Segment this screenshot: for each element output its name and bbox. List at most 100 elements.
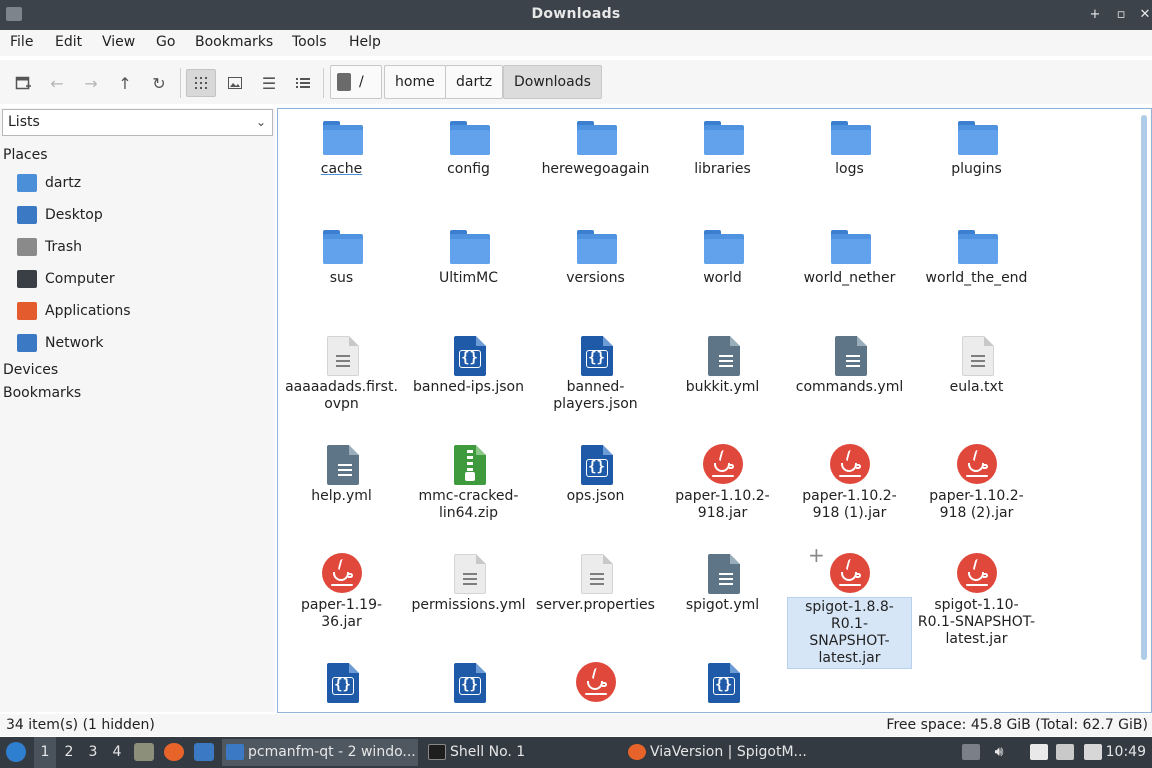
notes-tray-icon[interactable] (1084, 744, 1102, 760)
new-tab-icon[interactable] (8, 69, 38, 97)
sidebar-item-network[interactable]: Network (17, 332, 103, 354)
file-item[interactable]: server.properties (532, 553, 659, 614)
file-item[interactable]: {} (278, 662, 405, 712)
vertical-scrollbar[interactable] (1141, 115, 1147, 675)
breadcrumb-downloads[interactable]: Downloads (503, 65, 602, 99)
folder-item[interactable]: world_nether (786, 226, 913, 287)
folder-item[interactable]: logs (786, 117, 913, 178)
title-bar: Downloads + ▫ ✕ (0, 0, 1152, 30)
devices-header[interactable]: Devices (3, 362, 58, 378)
file-item[interactable]: {} banned-ips.json (405, 335, 532, 396)
folder-item[interactable]: sus (278, 226, 405, 287)
sidebar-item-trash[interactable]: Trash (17, 236, 82, 258)
icon-view-icon[interactable] (186, 69, 216, 97)
back-icon[interactable]: ← (42, 69, 72, 97)
sidebar-item-dartz[interactable]: dartz (17, 172, 81, 194)
scrollbar-thumb[interactable] (1141, 115, 1147, 660)
file-name: world (703, 270, 742, 286)
firefox-launcher-icon[interactable] (164, 743, 184, 761)
workspace-3[interactable]: 3 (82, 737, 104, 768)
menu-bookmarks[interactable]: Bookmarks (195, 34, 273, 50)
folder-item[interactable]: config (405, 117, 532, 178)
breadcrumb-root[interactable]: / (330, 65, 382, 99)
menu-help[interactable]: Help (349, 34, 381, 50)
maximize-button[interactable]: ▫ (1110, 4, 1132, 26)
folder-item[interactable]: versions (532, 226, 659, 287)
folder-icon (576, 117, 617, 157)
forward-icon[interactable]: → (76, 69, 106, 97)
start-menu-icon[interactable] (6, 742, 26, 762)
task-pcmanfm[interactable]: pcmanfm-qt - 2 windo... (222, 739, 418, 766)
file-item[interactable]: {} (659, 662, 786, 712)
file-item[interactable]: {} (405, 662, 532, 712)
breadcrumb-home[interactable]: home (384, 65, 446, 99)
clipboard-icon[interactable] (1030, 744, 1048, 760)
folder-item[interactable]: world_the_end (913, 226, 1040, 287)
folder-item[interactable]: UltimMC (405, 226, 532, 287)
file-item[interactable]: bukkit.yml (659, 335, 786, 396)
workspace-4[interactable]: 4 (106, 737, 128, 768)
task-shell[interactable]: Shell No. 1 (424, 739, 614, 766)
file-item[interactable]: paper-1.10.2-918 (2).jar (913, 444, 1040, 522)
file-item[interactable] (532, 662, 659, 712)
file-item[interactable]: spigot-1.8.8-R0.1-SNAPSHOT-latest.jar (786, 553, 913, 669)
places-header[interactable]: Places (3, 147, 48, 163)
sidebar-item-applications[interactable]: Applications (17, 300, 131, 322)
folder-item[interactable]: plugins (913, 117, 1040, 178)
file-item[interactable]: spigot.yml (659, 553, 786, 614)
file-item[interactable]: paper-1.10.2-918.jar (659, 444, 786, 522)
sidebar-item-computer[interactable]: Computer (17, 268, 115, 290)
workspace-1[interactable]: 1 (34, 737, 56, 768)
compact-view-icon[interactable]: ☰ (254, 69, 284, 97)
reload-icon[interactable]: ↻ (144, 69, 174, 97)
task-firefox[interactable]: ViaVersion | SpigotM... (624, 739, 814, 766)
file-name: paper-1.10.2-918 (1).jar (802, 488, 897, 521)
desktop-icon (17, 206, 37, 224)
file-item[interactable]: eula.txt (913, 335, 1040, 396)
minimize-button[interactable]: + (1084, 4, 1106, 26)
thumbnail-view-icon[interactable] (220, 69, 250, 97)
detailed-view-icon[interactable] (288, 69, 318, 97)
menu-go[interactable]: Go (156, 34, 175, 50)
file-item[interactable]: mmc-cracked-lin64.zip (405, 444, 532, 522)
bookmarks-header[interactable]: Bookmarks (3, 385, 81, 401)
folder-item[interactable]: cache (278, 117, 405, 178)
files-launcher-icon[interactable] (134, 743, 154, 761)
network-tray-icon[interactable] (1056, 744, 1074, 760)
file-item[interactable]: {} banned-players.json (532, 335, 659, 413)
file-name: eula.txt (949, 379, 1004, 395)
file-item[interactable]: commands.yml (786, 335, 913, 396)
drive-icon (337, 73, 351, 91)
file-item[interactable]: aaaaadads.first.ovpn (278, 335, 405, 413)
folder-item[interactable]: world (659, 226, 786, 287)
menu-edit[interactable]: Edit (55, 34, 82, 50)
breadcrumb-dartz[interactable]: dartz (445, 65, 504, 99)
menu-file[interactable]: File (10, 34, 33, 50)
file-item[interactable]: paper-1.10.2-918 (1).jar (786, 444, 913, 522)
close-button[interactable]: ✕ (1134, 4, 1152, 26)
sidebar-item-desktop[interactable]: Desktop (17, 204, 103, 226)
text-file-icon (957, 335, 997, 376)
file-name: cache (320, 161, 363, 177)
file-name: banned-ips.json (413, 379, 524, 395)
side-pane-mode-select[interactable]: Lists ⌄ (2, 109, 273, 136)
up-icon[interactable]: ↑ (110, 69, 140, 97)
file-name: banned-players.json (553, 379, 638, 412)
file-name: sus (329, 270, 354, 286)
file-view[interactable]: cache config herewegoagain libraries logs plu… (277, 108, 1152, 713)
upload-tray-icon[interactable] (962, 744, 980, 760)
cursor-crosshair-icon: + (808, 543, 825, 567)
java-jar-icon (956, 444, 997, 484)
menu-view[interactable]: View (102, 34, 135, 50)
desktop-launcher-icon[interactable] (194, 743, 214, 761)
file-item[interactable]: {} ops.json (532, 444, 659, 505)
volume-icon[interactable]: 🔊︎ (990, 744, 1008, 760)
file-item[interactable]: help.yml (278, 444, 405, 505)
menu-tools[interactable]: Tools (292, 34, 327, 50)
workspace-2[interactable]: 2 (58, 737, 80, 768)
folder-item[interactable]: herewegoagain (532, 117, 659, 178)
file-item[interactable]: spigot-1.10-R0.1-SNAPSHOT-latest.jar (913, 553, 1040, 648)
folder-item[interactable]: libraries (659, 117, 786, 178)
file-item[interactable]: paper-1.19-36.jar (278, 553, 405, 631)
file-item[interactable]: permissions.yml (405, 553, 532, 614)
